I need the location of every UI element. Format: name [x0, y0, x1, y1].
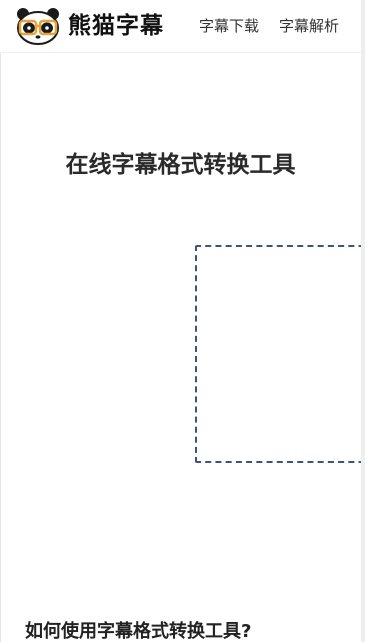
site-header: 熊猫字幕 字幕下载 字幕解析 [0, 0, 361, 53]
logo-text: 熊猫字幕 [68, 13, 164, 39]
site-logo-link[interactable]: 熊猫字幕 [12, 6, 164, 46]
page-title: 在线字幕格式转换工具 [65, 152, 296, 178]
scrollbar[interactable] [361, 0, 365, 642]
page: 熊猫字幕 字幕下载 字幕解析 在线字幕格式转换工具 如何使用字幕格式转换工具? [0, 0, 365, 642]
panda-logo-icon [12, 6, 64, 46]
main-nav: 字幕下载 字幕解析 [199, 15, 339, 37]
file-drop-zone[interactable] [195, 245, 365, 463]
howto-heading: 如何使用字幕格式转换工具? [25, 621, 252, 642]
nav-subtitle-parse[interactable]: 字幕解析 [279, 15, 339, 37]
left-border [0, 0, 1, 642]
nav-subtitle-download[interactable]: 字幕下载 [199, 15, 259, 37]
